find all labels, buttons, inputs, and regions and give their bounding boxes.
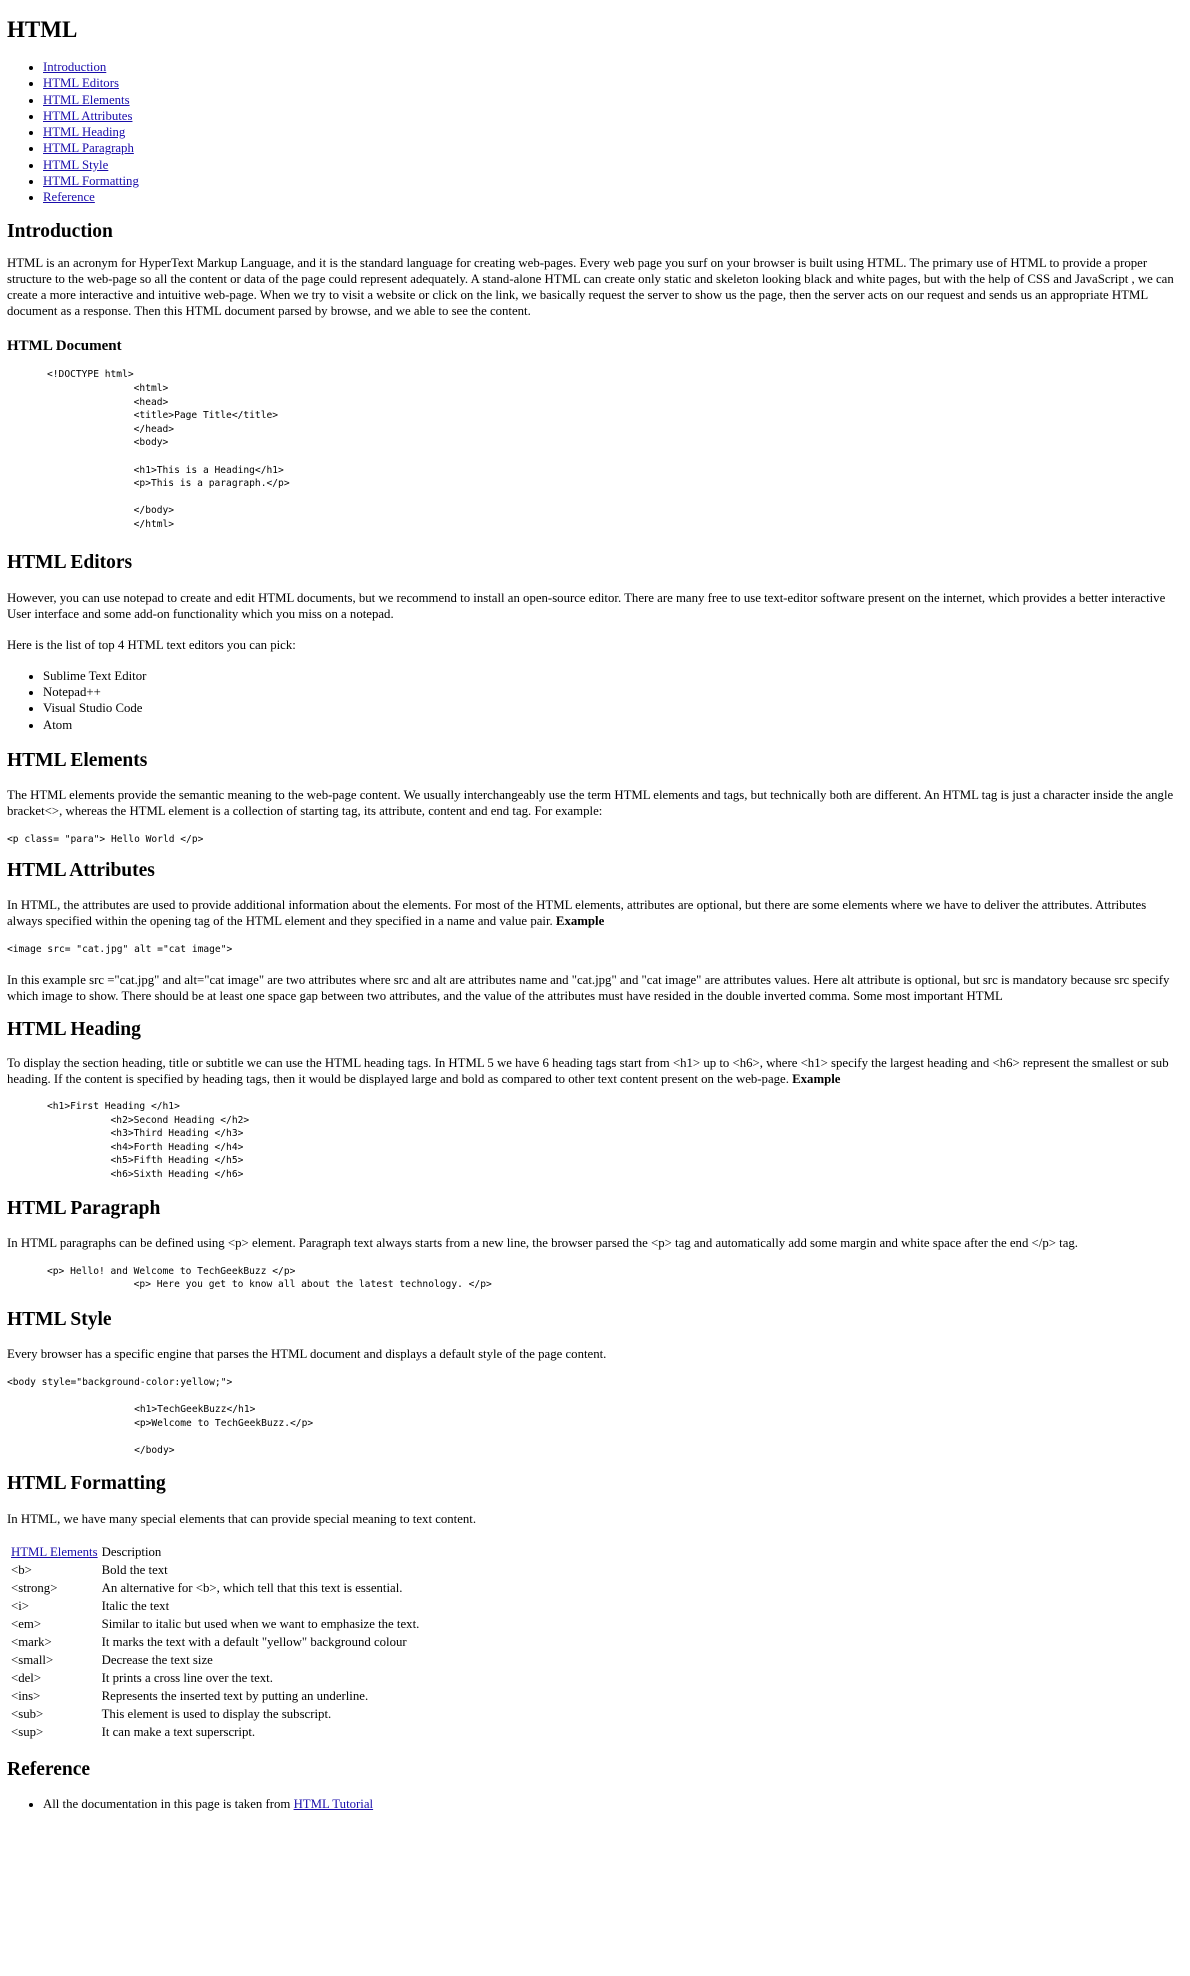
introduction-paragraph: HTML is an acronym for HyperText Markup …	[7, 255, 1174, 319]
table-row: <strong> An alternative for <b>, which te…	[10, 1580, 420, 1596]
elements-code: <p class= "para"> Hello World </p>	[7, 833, 204, 845]
table-cell: <em>	[11, 1617, 42, 1632]
table-cell: Represents the inserted text by putting …	[101, 1689, 369, 1704]
reference-text: All the documentation in this page is ta…	[43, 1797, 294, 1812]
list-item: All the documentation in this page is ta…	[43, 1796, 1183, 1812]
table-row: <i> Italic the text	[10, 1598, 420, 1614]
paragraph-section-code: <p> Hello! and Welcome to TechGeekBuzz <…	[47, 1265, 492, 1291]
table-row: <em> Similar to italic but used when we w…	[10, 1616, 420, 1632]
attributes-explanation: In this example src ="cat.jpg" and alt="…	[7, 972, 1170, 1003]
toc-link-introduction[interactable]: Introduction	[43, 60, 106, 74]
paragraph-section-text: In HTML paragraphs can be defined using …	[7, 1235, 1078, 1250]
table-cell: It marks the text with a default "yellow…	[101, 1635, 407, 1650]
table-cell: <i>	[11, 1599, 29, 1614]
html-elements-header-link[interactable]: HTML Elements	[11, 1545, 98, 1559]
page-title: HTML	[7, 17, 78, 42]
table-row: <sup> It can make a text superscript.	[10, 1724, 420, 1740]
table-cell: <sup>	[11, 1725, 44, 1740]
formatting-table: HTML Elements Description <b> Bold the te…	[8, 1542, 422, 1742]
table-cell: <del>	[11, 1671, 42, 1686]
table-row: <sub> This element is used to display the…	[10, 1706, 420, 1722]
toc-link-formatting[interactable]: HTML Formatting	[43, 174, 139, 188]
table-cell: <small>	[11, 1653, 54, 1668]
toc-link-editors[interactable]: HTML Editors	[43, 76, 119, 90]
table-cell: <mark>	[11, 1635, 52, 1650]
heading-section-paragraph: To display the section heading, title or…	[7, 1055, 1183, 1087]
formatting-paragraph: In HTML, we have many special elements t…	[7, 1512, 477, 1527]
style-section-code: <body style="background-color:yellow;"> …	[7, 1376, 314, 1456]
style-section-paragraph: Every browser has a specific engine that…	[7, 1346, 607, 1361]
table-header-row: HTML Elements Description	[10, 1544, 420, 1560]
toc-item: HTML Elements	[43, 92, 1183, 108]
toc-item: HTML Attributes	[43, 108, 1183, 124]
table-cell: Decrease the text size	[101, 1653, 213, 1668]
attributes-example-label: Example	[555, 914, 605, 929]
toc-item: Introduction	[43, 59, 1183, 75]
table-row: <small> Decrease the text size	[10, 1652, 420, 1668]
formatting-heading: HTML Formatting	[7, 1473, 166, 1495]
elements-paragraph: The HTML elements provide the semantic m…	[7, 787, 1174, 818]
editors-list: Sublime Text Editor Notepad++ Visual Stu…	[7, 668, 1183, 733]
toc-item: HTML Paragraph	[43, 140, 1183, 156]
toc-item: HTML Style	[43, 157, 1183, 173]
toc-item: HTML Editors	[43, 75, 1183, 91]
heading-section-heading: HTML Heading	[7, 1018, 141, 1040]
paragraph-section-heading: HTML Paragraph	[7, 1197, 161, 1219]
heading-paragraph-text: To display the section heading, title or…	[7, 1055, 1169, 1086]
table-cell: This element is used to display the subs…	[101, 1707, 332, 1722]
editors-heading: HTML Editors	[7, 551, 133, 573]
table-header-cell: Description	[101, 1545, 162, 1560]
table-row: <mark> It marks the text with a default "…	[10, 1634, 420, 1650]
table-cell: <b>	[11, 1563, 32, 1578]
list-item: Visual Studio Code	[43, 700, 1183, 716]
reference-list: All the documentation in this page is ta…	[7, 1796, 1183, 1812]
toc-link-paragraph[interactable]: HTML Paragraph	[43, 141, 134, 155]
reference-heading: Reference	[7, 1759, 90, 1781]
attributes-paragraph: In HTML, the attributes are used to prov…	[7, 897, 1183, 929]
table-row: <b> Bold the text	[10, 1562, 420, 1578]
table-row: <del> It prints a cross line over the tex…	[10, 1670, 420, 1686]
style-section-heading: HTML Style	[7, 1308, 112, 1330]
table-cell: <ins>	[11, 1689, 41, 1704]
html-document-heading: HTML Document	[7, 338, 122, 355]
table-row: <ins> Represents the inserted text by put…	[10, 1688, 420, 1704]
table-cell: An alternative for <b>, which tell that …	[101, 1581, 403, 1596]
editors-list-intro: Here is the list of top 4 HTML text edit…	[7, 637, 296, 652]
toc-link-elements[interactable]: HTML Elements	[43, 93, 130, 107]
toc-link-style[interactable]: HTML Style	[43, 158, 108, 172]
table-of-contents: Introduction HTML Editors HTML Elements …	[7, 59, 1183, 206]
toc-link-heading[interactable]: HTML Heading	[43, 125, 125, 139]
attributes-heading: HTML Attributes	[7, 860, 155, 882]
html-tutorial-link[interactable]: HTML Tutorial	[294, 1797, 374, 1811]
heading-section-code: <h1>First Heading </h1> <h2>Second Headi…	[47, 1100, 250, 1180]
page: HTML Introduction HTML Editors HTML Elem…	[0, 0, 1190, 1813]
toc-item: HTML Heading	[43, 124, 1183, 140]
introduction-heading: Introduction	[7, 220, 113, 242]
toc-link-reference[interactable]: Reference	[43, 190, 95, 204]
html-document-code: <!DOCTYPE html> <html> <head> <title>Pag…	[47, 369, 290, 531]
heading-example-label: Example	[792, 1071, 841, 1086]
table-cell: Bold the text	[101, 1563, 168, 1578]
toc-item: Reference	[43, 189, 1183, 205]
list-item: Sublime Text Editor	[43, 668, 1183, 684]
table-cell: It prints a cross line over the text.	[101, 1671, 273, 1686]
editors-paragraph: However, you can use notepad to create a…	[7, 590, 1166, 621]
toc-item: HTML Formatting	[43, 173, 1183, 189]
table-cell: Italic the text	[101, 1599, 170, 1614]
table-cell: It can make a text superscript.	[101, 1725, 256, 1740]
table-cell: <sub>	[11, 1707, 44, 1722]
table-header-cell: HTML Elements	[10, 1544, 99, 1560]
table-cell: Similar to italic but used when we want …	[101, 1617, 420, 1632]
elements-heading: HTML Elements	[7, 749, 148, 771]
list-item: Notepad++	[43, 684, 1183, 700]
table-cell: <strong>	[11, 1581, 58, 1596]
attributes-code: <image src= "cat.jpg" alt ="cat image">	[7, 944, 233, 956]
list-item: Atom	[43, 717, 1183, 733]
toc-link-attributes[interactable]: HTML Attributes	[43, 109, 132, 123]
